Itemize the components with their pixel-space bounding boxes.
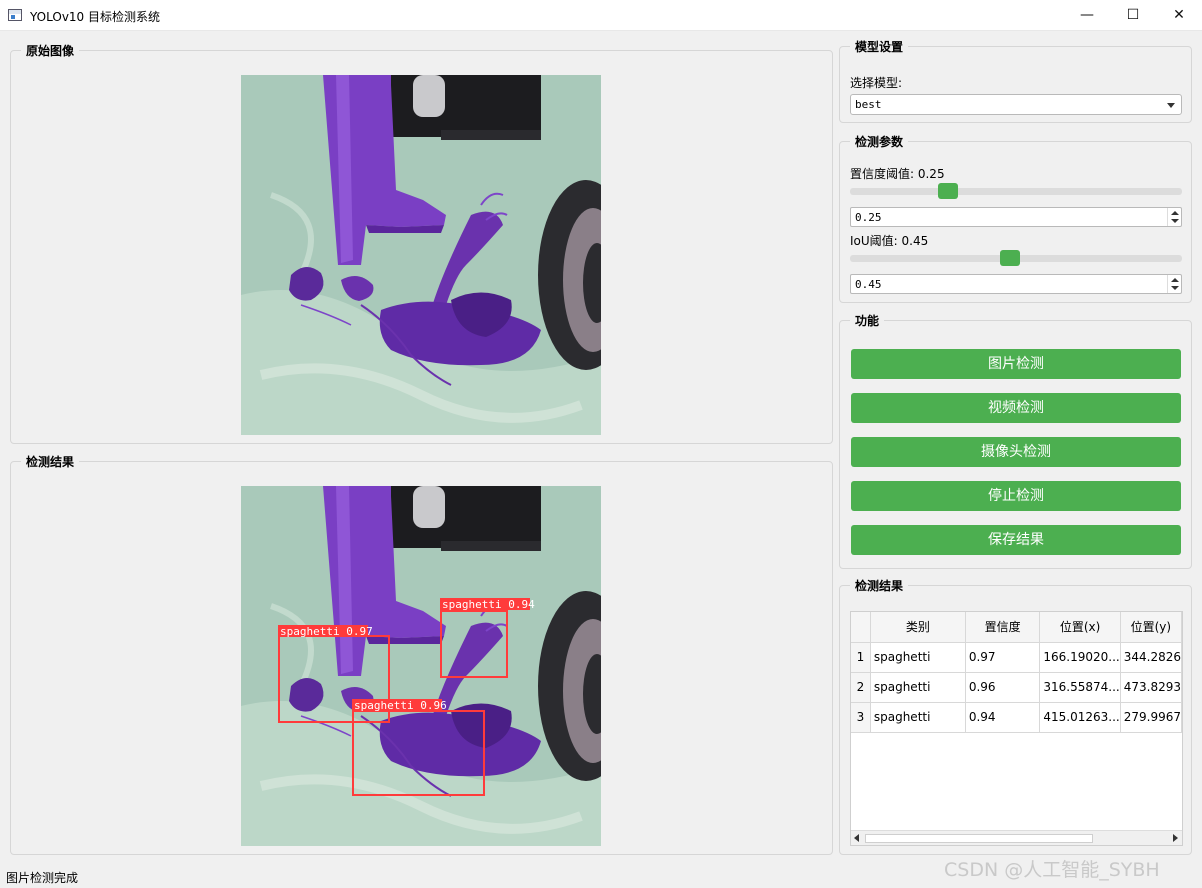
cell-class[interactable]: spaghetti bbox=[870, 702, 966, 733]
corner-header[interactable] bbox=[851, 612, 871, 643]
original-image bbox=[241, 75, 601, 435]
cell-y[interactable]: 344.2826 bbox=[1120, 642, 1182, 673]
conf-threshold-spinbox[interactable]: 0.25 bbox=[850, 207, 1182, 227]
params-title: 检测参数 bbox=[850, 133, 909, 150]
model-select-label: 选择模型: bbox=[850, 76, 903, 90]
cell-x[interactable]: 166.19020... bbox=[1039, 642, 1121, 673]
spin-down-icon[interactable] bbox=[1171, 286, 1179, 290]
table-row[interactable]: 1 spaghetti 0.97 166.19020... 344.2826 bbox=[851, 642, 1182, 673]
result-image-group: 检测结果 spaghetti 0.97 spaghetti 0.94 spagh… bbox=[10, 453, 833, 855]
close-button[interactable]: ✕ bbox=[1156, 0, 1202, 31]
original-image-group: 原始图像 bbox=[10, 42, 833, 444]
cell-x[interactable]: 415.01263... bbox=[1039, 702, 1121, 733]
column-header[interactable]: 类别 bbox=[870, 612, 966, 643]
slider-handle[interactable] bbox=[938, 183, 958, 199]
image-detect-button[interactable]: 图片检测 bbox=[851, 349, 1181, 379]
model-select[interactable]: best bbox=[850, 94, 1182, 115]
iou-threshold-value: 0.45 bbox=[855, 278, 882, 291]
camera-detect-button[interactable]: 摄像头检测 bbox=[851, 437, 1181, 467]
cell-y[interactable]: 473.8293 bbox=[1120, 672, 1182, 703]
table-header-row: 类别 置信度 位置(x) 位置(y) bbox=[851, 612, 1182, 643]
conf-threshold-label: 置信度阈值: 0.25 bbox=[850, 167, 945, 181]
detection-label-2: spaghetti 0.94 bbox=[442, 598, 535, 611]
cell-y[interactable]: 279.9967 bbox=[1120, 702, 1182, 733]
cell-x[interactable]: 316.55874... bbox=[1039, 672, 1121, 703]
maximize-button[interactable]: ☐ bbox=[1110, 0, 1156, 31]
cell-confidence[interactable]: 0.97 bbox=[965, 642, 1041, 673]
slider-handle[interactable] bbox=[1000, 250, 1020, 266]
spin-buttons[interactable] bbox=[1167, 275, 1181, 293]
table-row[interactable]: 2 spaghetti 0.96 316.55874... 473.8293 bbox=[851, 672, 1182, 703]
chevron-down-icon bbox=[1167, 103, 1175, 108]
minimize-button[interactable]: — bbox=[1064, 0, 1110, 31]
window-title: YOLOv10 目标检测系统 bbox=[30, 10, 161, 24]
model-select-value: best bbox=[855, 98, 882, 111]
column-header[interactable]: 位置(x) bbox=[1039, 612, 1121, 643]
cell-class[interactable]: spaghetti bbox=[870, 672, 966, 703]
app-icon bbox=[8, 9, 22, 21]
result-image-title: 检测结果 bbox=[21, 453, 80, 470]
table-row[interactable]: 3 spaghetti 0.94 415.01263... 279.9967 bbox=[851, 702, 1182, 733]
model-settings-group: 模型设置 选择模型: best bbox=[839, 38, 1192, 123]
scroll-thumb[interactable] bbox=[865, 834, 1093, 843]
model-settings-title: 模型设置 bbox=[850, 38, 909, 55]
results-table-group: 检测结果 类别 置信度 位置(x) 位置(y) 1 spaghetti 0.97 bbox=[839, 577, 1192, 855]
results-table-title: 检测结果 bbox=[850, 577, 909, 594]
slider-track bbox=[850, 188, 1182, 195]
spin-down-icon[interactable] bbox=[1171, 219, 1179, 223]
functions-title: 功能 bbox=[850, 312, 885, 329]
cell-class[interactable]: spaghetti bbox=[870, 642, 966, 673]
conf-threshold-value: 0.25 bbox=[855, 211, 882, 224]
iou-threshold-slider[interactable] bbox=[850, 249, 1182, 269]
detection-label-3: spaghetti 0.96 bbox=[354, 699, 447, 712]
stop-detect-button[interactable]: 停止检测 bbox=[851, 481, 1181, 511]
save-results-button[interactable]: 保存结果 bbox=[851, 525, 1181, 555]
cell-confidence[interactable]: 0.96 bbox=[965, 672, 1041, 703]
iou-threshold-spinbox[interactable]: 0.45 bbox=[850, 274, 1182, 294]
video-detect-button[interactable]: 视频检测 bbox=[851, 393, 1181, 423]
cell-confidence[interactable]: 0.94 bbox=[965, 702, 1041, 733]
horizontal-scrollbar[interactable] bbox=[851, 830, 1182, 845]
scroll-right-icon[interactable] bbox=[1173, 834, 1178, 842]
detection-label-1: spaghetti 0.97 bbox=[280, 625, 373, 638]
row-index[interactable]: 2 bbox=[851, 672, 871, 703]
spin-up-icon[interactable] bbox=[1171, 278, 1179, 282]
watermark: CSDN @人工智能_SYBH bbox=[944, 859, 1160, 881]
row-index[interactable]: 3 bbox=[851, 702, 871, 733]
params-group: 检测参数 置信度阈值: 0.25 0.25 IoU阈值: 0.45 0.45 bbox=[839, 133, 1192, 303]
conf-threshold-slider[interactable] bbox=[850, 182, 1182, 202]
spin-buttons[interactable] bbox=[1167, 208, 1181, 226]
column-header[interactable]: 位置(y) bbox=[1120, 612, 1182, 643]
original-image-title: 原始图像 bbox=[21, 42, 80, 59]
title-bar: YOLOv10 目标检测系统 — ☐ ✕ bbox=[0, 0, 1202, 31]
spin-up-icon[interactable] bbox=[1171, 211, 1179, 215]
results-table[interactable]: 类别 置信度 位置(x) 位置(y) 1 spaghetti 0.97 166.… bbox=[850, 611, 1183, 846]
result-image: spaghetti 0.97 spaghetti 0.94 spaghetti … bbox=[241, 486, 601, 846]
scroll-left-icon[interactable] bbox=[854, 834, 859, 842]
functions-group: 功能 图片检测 视频检测 摄像头检测 停止检测 保存结果 bbox=[839, 312, 1192, 569]
column-header[interactable]: 置信度 bbox=[965, 612, 1041, 643]
iou-threshold-label: IoU阈值: 0.45 bbox=[850, 234, 929, 248]
status-text: 图片检测完成 bbox=[6, 871, 79, 885]
row-index[interactable]: 1 bbox=[851, 642, 871, 673]
